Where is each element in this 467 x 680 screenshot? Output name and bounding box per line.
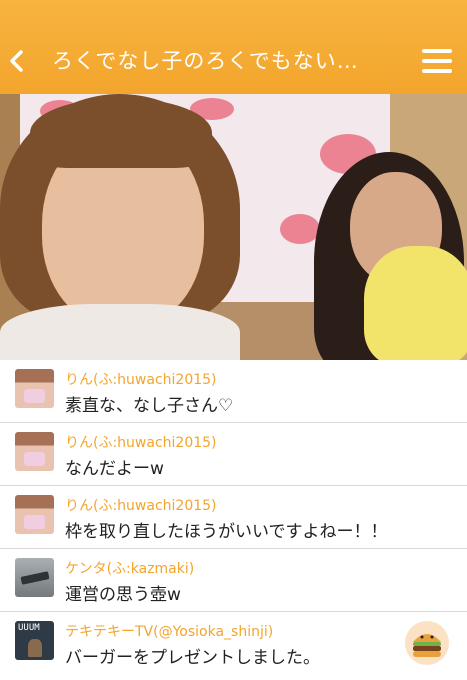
comment-list[interactable]: りん(ふ:huwachi2015) 素直な、なし子さん♡ りん(ふ:huwach…: [0, 360, 467, 680]
comment-message: なんだよーw: [65, 459, 164, 479]
menu-button[interactable]: [419, 46, 455, 76]
comment-message: 素直な、なし子さん♡: [65, 396, 234, 416]
user-avatar[interactable]: [15, 495, 54, 534]
page-title: ろくでなし子のろくでもない…: [52, 49, 359, 73]
comment-username[interactable]: テキテキーTV(@Yosioka_shinji): [65, 621, 273, 641]
comment-message: 枠を取り直したほうがいいですよねー！！: [65, 522, 388, 542]
user-avatar[interactable]: [15, 558, 54, 597]
comment-username[interactable]: ケンタ(ふ:kazmaki): [65, 558, 194, 578]
user-avatar[interactable]: [15, 432, 54, 471]
hamburger-gift-icon: [405, 621, 449, 665]
back-button[interactable]: [4, 44, 30, 78]
plush-toy: [364, 246, 467, 360]
comment-item[interactable]: りん(ふ:huwachi2015) なんだよーw: [0, 423, 467, 486]
live-video-stream[interactable]: [0, 94, 467, 360]
comment-item[interactable]: りん(ふ:huwachi2015) 素直な、なし子さん♡: [0, 360, 467, 423]
comment-username[interactable]: りん(ふ:huwachi2015): [65, 369, 217, 389]
user-avatar[interactable]: UUUM: [15, 621, 54, 660]
comment-item[interactable]: UUUM テキテキーTV(@Yosioka_shinji) バーガーをプレゼント…: [0, 612, 467, 675]
comment-message: 運営の思う壺w: [65, 585, 181, 605]
avatar-text: UUUM: [18, 623, 40, 633]
comment-item[interactable]: ケンタ(ふ:kazmaki) 運営の思う壺w: [0, 549, 467, 612]
user-avatar[interactable]: [15, 369, 54, 408]
comment-username[interactable]: りん(ふ:huwachi2015): [65, 495, 217, 515]
app-header: ろくでなし子のろくでもない…: [0, 0, 467, 94]
comment-message: バーガーをプレゼントしました。: [65, 648, 320, 668]
hamburger-menu-icon: [422, 49, 452, 53]
chevron-left-icon: [10, 50, 23, 72]
comment-item[interactable]: りん(ふ:huwachi2015) 枠を取り直したほうがいいですよねー！！: [0, 486, 467, 549]
comment-username[interactable]: りん(ふ:huwachi2015): [65, 432, 217, 452]
